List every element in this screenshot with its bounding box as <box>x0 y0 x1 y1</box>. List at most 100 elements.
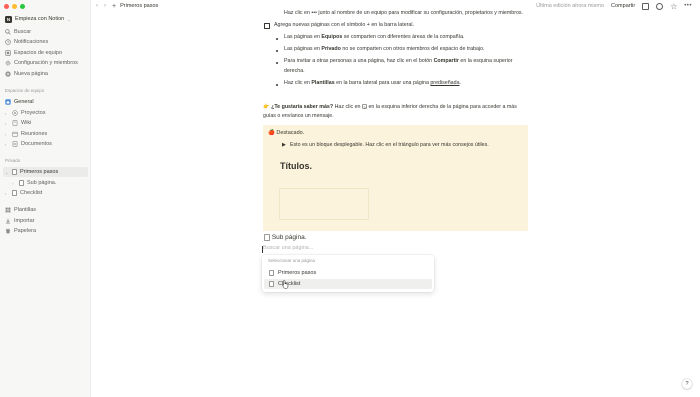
chevron-down-icon[interactable]: ⌄ <box>5 170 9 175</box>
import-icon <box>5 218 11 224</box>
sidebar-item-label: Plantillas <box>14 207 37 213</box>
sidebar-item-reuniones[interactable]: › Reuniones <box>3 129 88 139</box>
bullet-item-equipos: Las páginas en Equipos se comparten con … <box>284 34 465 40</box>
sidebar-item-label: General <box>14 99 34 105</box>
close-window-button[interactable] <box>4 4 9 9</box>
prediseñada-link[interactable]: prediseñada <box>430 80 459 86</box>
sidebar-item-sub-pagina[interactable]: › Sub página. <box>10 178 88 188</box>
sidebar-item-teamspaces[interactable]: Espacios de equipo <box>3 48 88 58</box>
bullet-item-plantillas: Haz clic en Plantillas en la barra later… <box>284 80 461 86</box>
sidebar-item-label: Nueva página <box>14 71 48 77</box>
page-icon <box>19 180 24 186</box>
sidebar-item-primeros-pasos[interactable]: ⌄ Primeros pasos <box>3 167 88 177</box>
sidebar-item-wiki[interactable]: › Wiki <box>3 118 88 128</box>
mouse-cursor-icon <box>282 280 289 289</box>
book-icon <box>12 120 18 126</box>
toggle-triangle-icon[interactable]: ▶ <box>282 142 286 148</box>
dropdown-item-checklist[interactable]: Checklist <box>264 279 432 289</box>
page-icon <box>12 169 17 175</box>
minimize-window-button[interactable] <box>12 4 17 9</box>
chevron-right-icon[interactable]: › <box>5 121 9 126</box>
chevron-right-icon[interactable]: › <box>5 111 9 116</box>
favorite-star-icon[interactable]: ☆ <box>670 2 677 10</box>
link-page-search-input[interactable]: Buscar una página... <box>263 245 313 251</box>
teamspace-icon <box>5 50 11 56</box>
page-icon <box>269 270 274 276</box>
sidebar-item-label: Buscar <box>14 29 32 35</box>
help-paragraph: 👉 ¿Te gustaría saber más? Haz clic en ? … <box>263 104 517 111</box>
sidebar-item-settings[interactable]: Configuración y miembros <box>3 58 88 68</box>
dropdown-item-primeros-pasos[interactable]: Primeros pasos <box>264 268 432 278</box>
todo-checkbox[interactable] <box>264 23 270 29</box>
teamspaces-section-title: Espacios de equipo <box>5 88 45 93</box>
templates-icon <box>5 207 11 213</box>
dropdown-title: Seleccionar una página <box>268 258 316 263</box>
sidebar-item-import[interactable]: Importar <box>3 216 88 226</box>
history-clock-icon[interactable] <box>656 2 664 10</box>
sidebar-item-label: Primeros pasos <box>20 169 59 175</box>
chevron-right-icon[interactable]: › <box>5 132 9 137</box>
workspace-switcher[interactable]: N Empieza con Notion ⌄ <box>3 14 88 24</box>
sidebar-item-templates[interactable]: Plantillas <box>3 205 88 215</box>
bullet-dot <box>276 50 278 52</box>
sidebar-item-checklist[interactable]: › Checklist <box>3 188 88 198</box>
sidebar-item-label: Proyectos <box>21 110 46 116</box>
zoom-window-button[interactable] <box>20 4 25 9</box>
callout-header: 🍎 Destacado. <box>268 130 304 136</box>
bullet-item-compartir-cont: derecha. <box>284 68 305 74</box>
home-icon <box>5 99 11 105</box>
sidebar-item-new-page[interactable]: Nueva página <box>3 69 88 79</box>
todo-text: Agrega nuevas páginas con el símbolo + e… <box>274 22 415 28</box>
bullet-item-compartir: Para invitar a otras personas a una pági… <box>284 58 513 64</box>
notion-window: N Empieza con Notion ⌄ Buscar Notificaci… <box>0 0 700 397</box>
window-controls <box>4 4 25 9</box>
heading-block: Títulos. <box>280 161 312 171</box>
sidebar-item-documentos[interactable]: › Documentos <box>3 139 88 149</box>
text-line: Haz clic en ••• junto al nombre de un eq… <box>284 10 524 16</box>
last-edited-text: Última edición ahora mismo <box>536 3 605 9</box>
subpage-link[interactable]: Sub página. <box>264 234 307 241</box>
document-icon <box>12 141 18 147</box>
sidebar-item-proyectos[interactable]: › Proyectos <box>3 108 88 118</box>
sidebar-item-label: Wiki <box>21 120 32 126</box>
sidebar-item-label: Espacios de equipo <box>14 50 63 56</box>
back-arrow-icon[interactable]: ‹ <box>96 3 98 9</box>
chevron-right-icon[interactable]: › <box>5 191 9 196</box>
chevron-right-icon[interactable]: › <box>5 142 9 147</box>
sidebar-item-search[interactable]: Buscar <box>3 27 88 37</box>
history-nav: ‹ › <box>96 3 106 9</box>
breadcrumb[interactable]: Primeros pasos <box>120 3 158 9</box>
bullet-item-privado: Las páginas en Privado no se comparten c… <box>284 46 485 52</box>
comment-icon[interactable] <box>642 2 650 10</box>
calendar-icon <box>12 131 18 137</box>
sidebar-item-label: Notificaciones <box>14 39 49 45</box>
sidebar-item-trash[interactable]: Papelera <box>3 226 88 236</box>
help-button[interactable]: ? <box>682 379 692 389</box>
help-paragraph-cont: guías o envíanos un mensaje. <box>263 113 334 119</box>
gear-icon <box>5 60 11 66</box>
sidebar-item-label: Checklist <box>20 190 43 196</box>
sidebar-item-label: Documentos <box>21 141 52 147</box>
target-icon <box>12 110 18 116</box>
chevron-right-icon[interactable]: › <box>12 181 16 186</box>
sidebar-item-notifications[interactable]: Notificaciones <box>3 37 88 47</box>
callout-inner-box <box>279 188 369 220</box>
share-button[interactable]: Compartir <box>611 3 635 9</box>
sidebar: N Empieza con Notion ⌄ Buscar Notificaci… <box>0 0 91 397</box>
search-icon <box>5 29 11 35</box>
forward-arrow-icon[interactable]: › <box>104 3 106 9</box>
sidebar-item-label: Configuración y miembros <box>14 60 78 66</box>
trash-icon <box>5 228 11 234</box>
new-page-plus-icon[interactable]: + <box>112 3 116 10</box>
sidebar-item-general[interactable]: General <box>3 97 88 107</box>
apple-icon: 🍎 <box>268 130 275 136</box>
topbar-actions: Última edición ahora mismo Compartir ☆ •… <box>536 0 692 12</box>
toggle-text: Esto es un bloque desplegable. Haz clic … <box>290 142 489 148</box>
page-icon <box>264 234 270 241</box>
page-icon <box>269 281 274 287</box>
callout-title: Destacado. <box>276 130 305 136</box>
more-options-icon[interactable]: ••• <box>684 3 692 9</box>
pointing-hand-icon: 👉 <box>263 104 270 110</box>
text-caret <box>262 246 263 253</box>
workspace-name: Empieza con Notion <box>15 16 65 22</box>
